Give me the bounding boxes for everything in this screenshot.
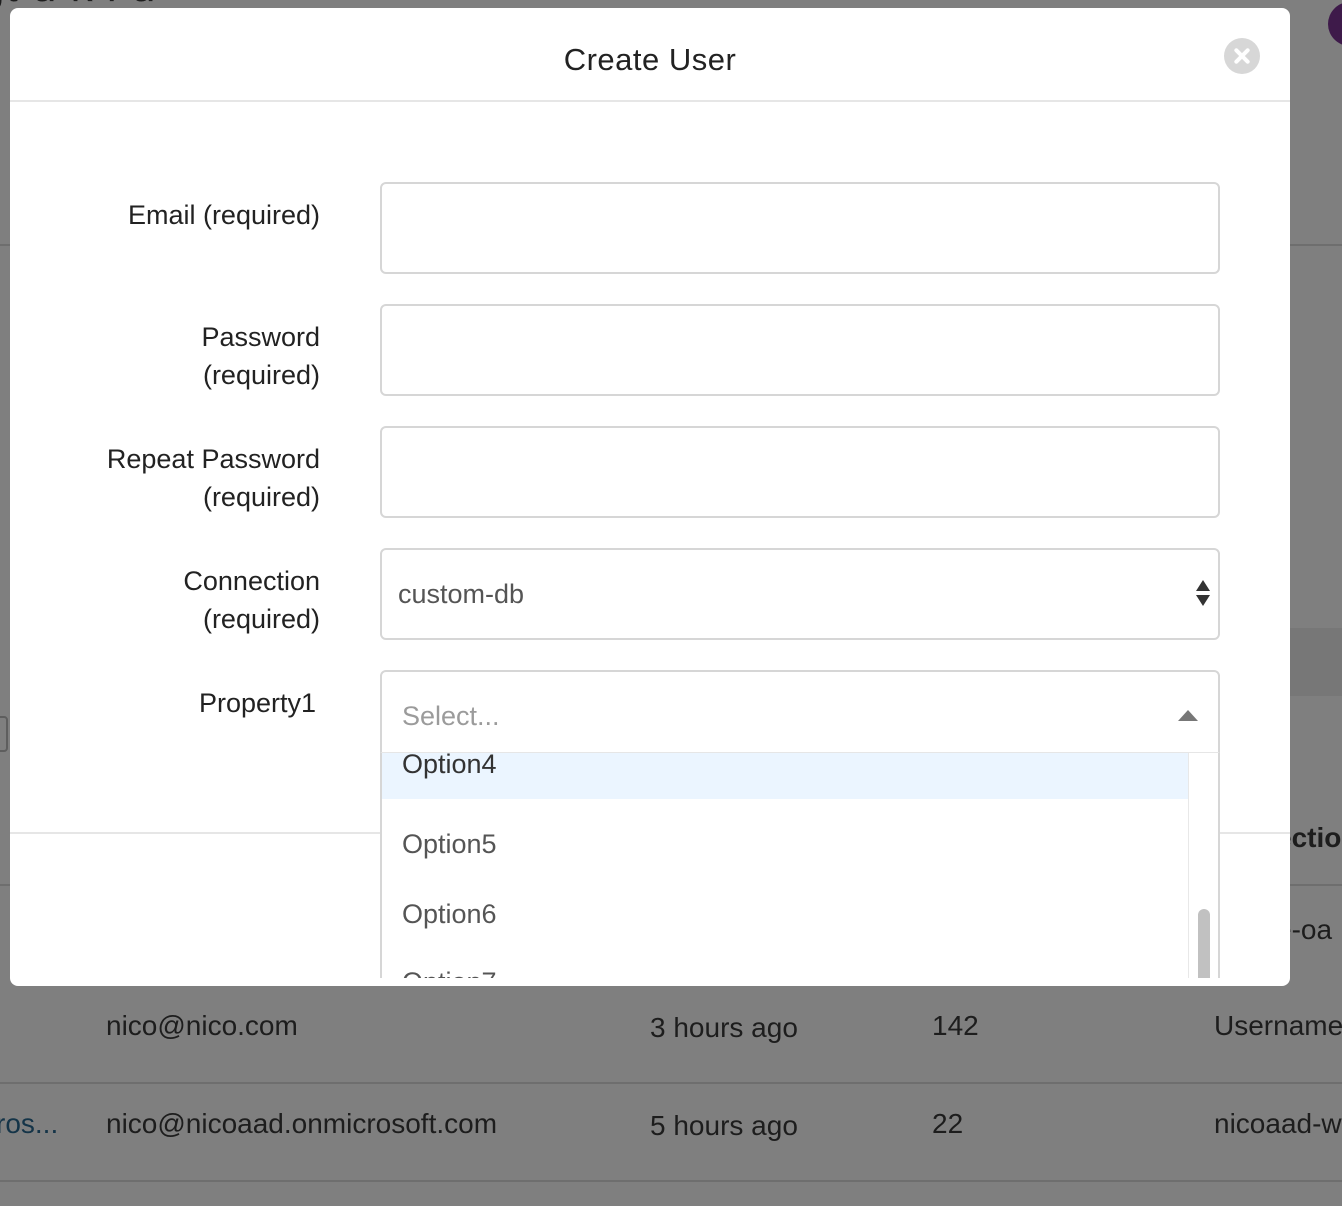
password-label-line2: (required) <box>202 360 320 390</box>
password-label-line1: Password <box>201 322 320 352</box>
password-field[interactable] <box>380 304 1220 396</box>
table-cell-last-login: 5 hours ago <box>650 1110 798 1141</box>
connection-label-line1: Connection <box>183 566 320 596</box>
table-cell-email: nico@nicoaad.onmicrosoft.com <box>106 1108 498 1139</box>
close-icon[interactable] <box>1224 38 1260 74</box>
avatar[interactable] <box>1328 2 1342 46</box>
repeat-password-label: Repeat Password (required) <box>70 440 320 516</box>
table-cell-email: nico@nico.com <box>106 1010 298 1041</box>
email-field[interactable] <box>380 182 1220 274</box>
dropdown-option[interactable]: Option7 <box>382 947 1188 978</box>
table-cell-connection: nicoaad-w <box>1214 1108 1342 1139</box>
caret-up-icon[interactable] <box>1178 710 1198 721</box>
repeat-password-field[interactable] <box>380 426 1220 518</box>
password-label: Password (required) <box>70 318 320 394</box>
dropdown-scrollbar[interactable] <box>1188 753 1218 978</box>
toolbar-strip <box>1290 628 1342 696</box>
connection-select-value: custom-db <box>398 578 525 609</box>
property1-combobox[interactable]: Select... <box>380 670 1220 762</box>
property1-dropdown-menu[interactable]: Option4 Option5 Option6 Option7 <box>380 752 1220 978</box>
divider <box>0 1180 1342 1182</box>
select-all-checkbox[interactable] <box>0 716 8 752</box>
select-arrows-icon <box>1196 580 1210 610</box>
divider <box>0 1082 1342 1084</box>
connection-label: Connection (required) <box>70 562 320 638</box>
table-cell-last-login: 3 hours ago <box>650 1012 798 1043</box>
modal-title: Create User <box>563 42 737 77</box>
email-label: Email (required) <box>127 200 320 230</box>
repeat-password-label-line1: Repeat Password <box>106 444 320 474</box>
table-cell-connection: Username <box>1214 1010 1342 1041</box>
modal-header-divider <box>10 100 1290 102</box>
table-cell-logins: 22 <box>932 1108 964 1139</box>
connection-label-line2: (required) <box>202 604 320 634</box>
dropdown-option[interactable]: Option4 <box>382 753 1188 799</box>
scrollbar-thumb[interactable] <box>1198 909 1210 978</box>
connection-select[interactable]: custom-db <box>380 548 1220 640</box>
property1-label: Property1 <box>198 688 316 718</box>
dropdown-option[interactable]: Option6 <box>382 879 1188 949</box>
repeat-password-label-line2: (required) <box>202 482 320 512</box>
property1-placeholder: Select... <box>402 700 500 731</box>
table-cell-logins: 142 <box>932 1010 979 1041</box>
table-cell-name-link[interactable]: ros... <box>0 1108 58 1140</box>
dropdown-option[interactable]: Option5 <box>382 809 1188 879</box>
